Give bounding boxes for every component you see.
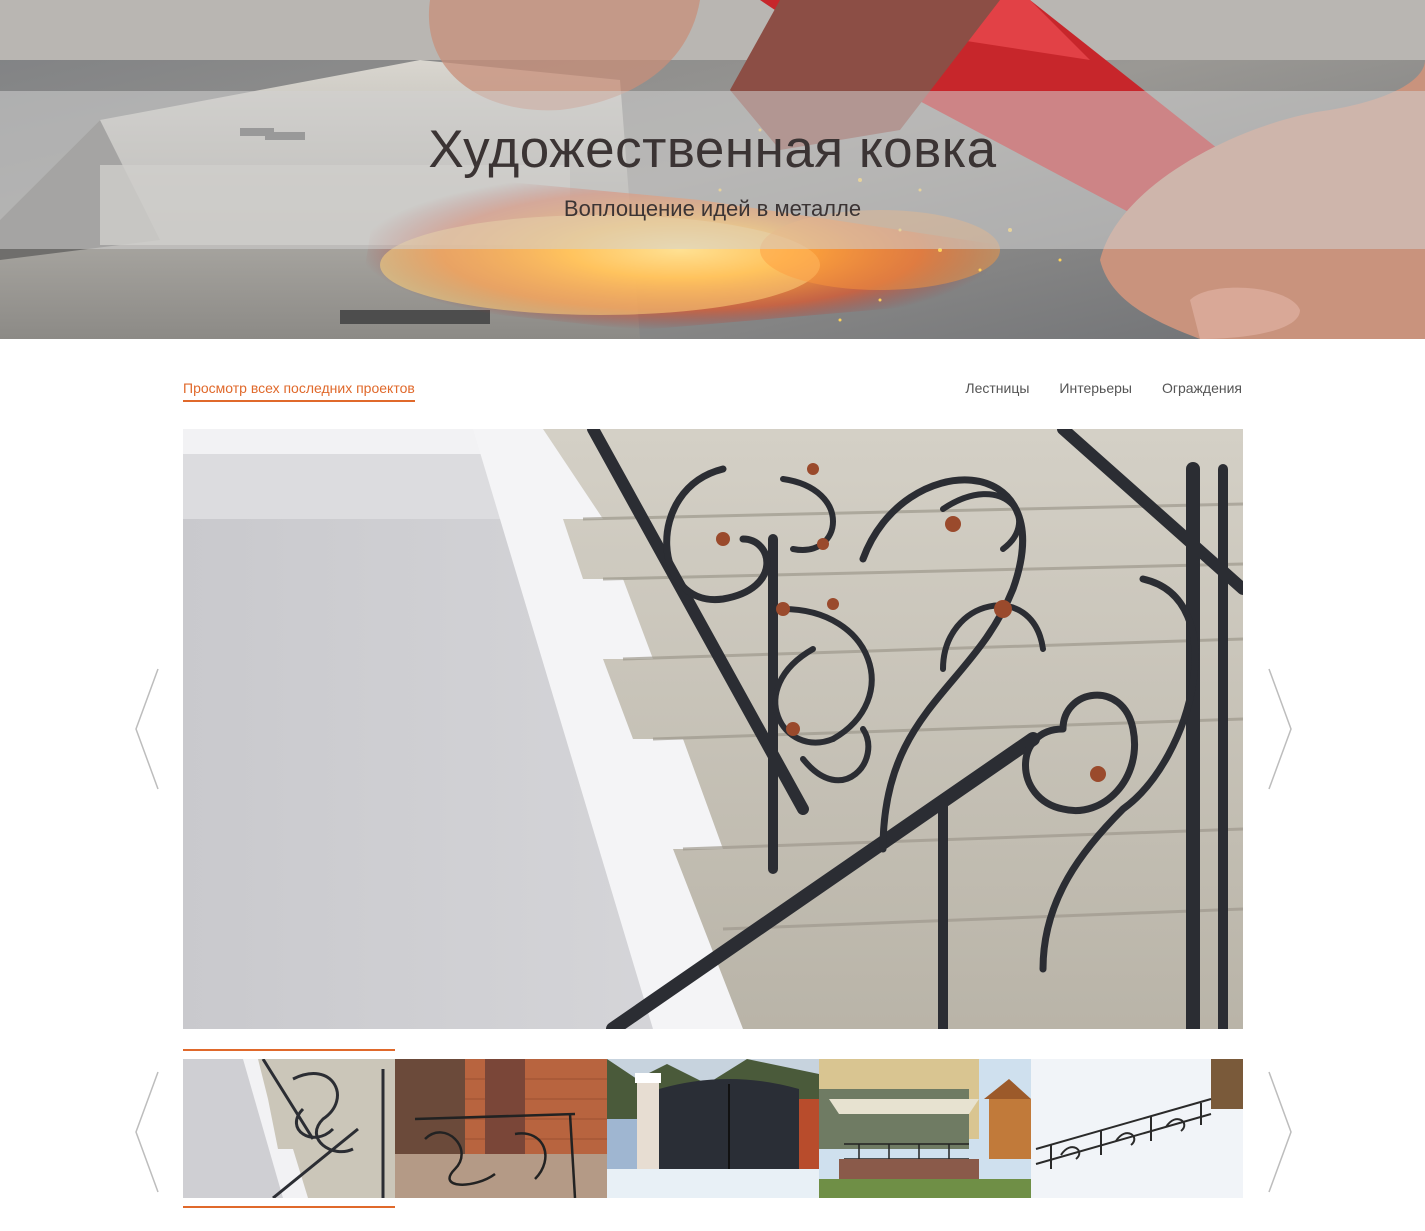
- thumb-gate-photo: [607, 1059, 819, 1198]
- active-thumb-indicator-bottom: [183, 1206, 395, 1208]
- chevron-right-icon: [1268, 1071, 1292, 1193]
- thumbs-next-button[interactable]: [1266, 1070, 1294, 1194]
- chevron-right-icon: [1268, 668, 1292, 790]
- thumbnail-fence[interactable]: [1031, 1059, 1243, 1198]
- all-projects-link[interactable]: Просмотр всех последних проектов: [183, 379, 415, 402]
- hero-banner: Художественная ковка Воплощение идей в м…: [0, 0, 1425, 339]
- page-title: Художественная ковка: [428, 120, 997, 179]
- active-thumb-indicator-top: [183, 1049, 395, 1051]
- staircase-railing-photo: [183, 429, 1243, 1029]
- page-subtitle: Воплощение идей в металле: [563, 196, 862, 221]
- thumb-porch-photo: [395, 1059, 607, 1198]
- chevron-left-icon: [135, 668, 159, 790]
- thumbnail-gate[interactable]: [607, 1059, 819, 1198]
- category-link-interiors[interactable]: Интерьеры: [1059, 379, 1132, 397]
- thumbs-prev-button[interactable]: [133, 1070, 161, 1194]
- main-slide-next-button[interactable]: [1266, 667, 1294, 791]
- thumb-staircase-photo: [183, 1059, 395, 1198]
- chevron-left-icon: [135, 1071, 159, 1193]
- thumbnail-strip: [183, 1059, 1243, 1198]
- thumb-house-photo: [819, 1059, 1031, 1198]
- main-slide-image: [183, 429, 1243, 1029]
- category-nav: Лестницы Интерьеры Ограждения: [965, 379, 1242, 397]
- category-link-stairs[interactable]: Лестницы: [965, 379, 1029, 397]
- thumbnail-porch-railing[interactable]: [395, 1059, 607, 1198]
- thumb-fence-photo: [1031, 1059, 1243, 1198]
- category-link-fences[interactable]: Ограждения: [1162, 379, 1242, 397]
- thumbnail-staircase[interactable]: [183, 1059, 395, 1198]
- main-slide-prev-button[interactable]: [133, 667, 161, 791]
- thumbnail-house-porch[interactable]: [819, 1059, 1031, 1198]
